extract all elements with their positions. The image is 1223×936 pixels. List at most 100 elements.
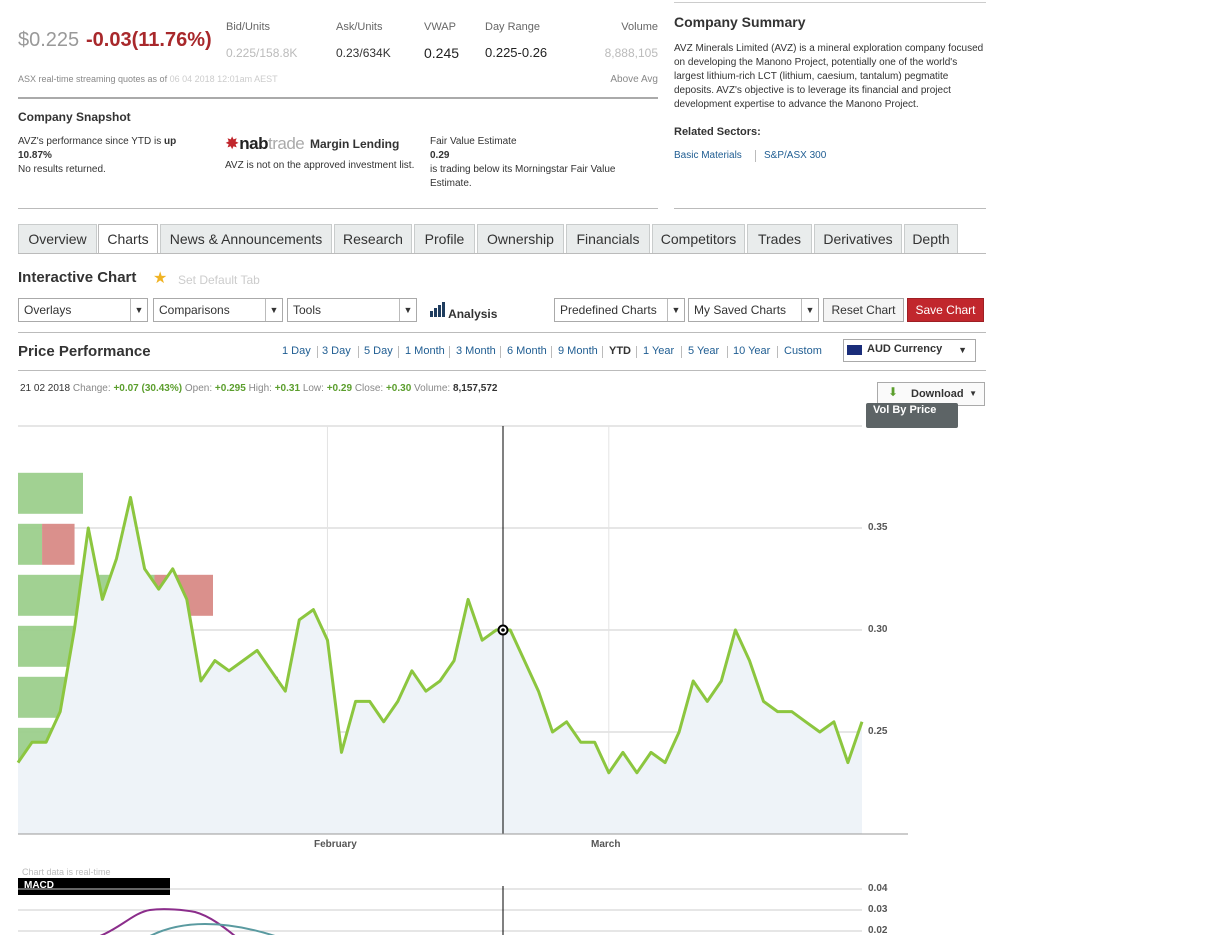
overlays-dropdown[interactable]: Overlays ▼: [18, 298, 148, 322]
chevron-down-icon: ▼: [958, 345, 967, 355]
currency-dropdown[interactable]: AUD Currency ▼: [843, 339, 976, 362]
range-ytd[interactable]: YTD: [609, 345, 631, 357]
perf-value: 10.87%: [18, 150, 52, 161]
tools-label: Tools: [293, 303, 322, 317]
sectors-label: Related Sectors:: [674, 126, 761, 138]
volume-label: Volume: [621, 21, 658, 33]
realtime-time: 06 04 2018 12:01am AEST: [169, 74, 278, 84]
close-label: Close:: [354, 383, 384, 394]
star-icon[interactable]: ★: [153, 268, 167, 288]
range-1year[interactable]: 1 Year: [643, 345, 674, 357]
sector-link-sp-asx-300[interactable]: S&P/ASX 300: [764, 150, 826, 161]
range-9month[interactable]: 9 Month: [558, 345, 598, 357]
range-10year[interactable]: 10 Year: [733, 345, 770, 357]
comparisons-dropdown[interactable]: Comparisons ▼: [153, 298, 283, 322]
range-1day[interactable]: 1 Day: [282, 345, 311, 357]
range-5year[interactable]: 5 Year: [688, 345, 719, 357]
tab-derivatives[interactable]: Derivatives: [814, 224, 902, 253]
range-separator: [358, 346, 359, 358]
no-results-text: No results returned.: [18, 164, 106, 175]
tab-depth[interactable]: Depth: [904, 224, 958, 253]
chevron-down-icon: ▼: [399, 299, 416, 321]
tab-financials[interactable]: Financials: [566, 224, 650, 253]
sector-separator: [755, 150, 756, 162]
volume-bar-down: [42, 523, 75, 565]
nab-logo-a: nab: [239, 134, 268, 153]
vwap-label: VWAP: [424, 21, 456, 33]
ytick-035: 0.35: [868, 522, 888, 533]
range-separator: [727, 346, 728, 358]
divider: [674, 2, 986, 3]
tab-profile[interactable]: Profile: [414, 224, 475, 253]
volume-label-ohlc: Volume:: [414, 383, 451, 394]
dayrange-label: Day Range: [485, 21, 541, 33]
set-default-tab-link[interactable]: Set Default Tab: [178, 273, 260, 287]
dayrange-value: 0.225-0.26: [485, 45, 548, 60]
fv-label: Fair Value Estimate: [430, 136, 517, 147]
save-chart-button[interactable]: Save Chart: [907, 298, 984, 322]
tab-overview[interactable]: Overview: [18, 224, 97, 253]
chevron-down-icon: ▼: [667, 299, 684, 321]
realtime-chart-note: Chart data is real-time: [22, 867, 111, 877]
predefined-label: Predefined Charts: [560, 303, 657, 317]
divider: [18, 370, 986, 371]
range-6month[interactable]: 6 Month: [507, 345, 547, 357]
change-label: Change:: [72, 383, 111, 394]
saved-label: My Saved Charts: [694, 303, 787, 317]
chevron-down-icon: ▼: [969, 389, 977, 398]
macd-ytick: 0.02: [868, 925, 888, 936]
sector-link-basic-materials[interactable]: Basic Materials: [674, 150, 742, 161]
volume-value: 8,888,105: [604, 46, 658, 60]
divider: [18, 97, 658, 99]
low-value: +0.29: [326, 383, 353, 394]
tools-dropdown[interactable]: Tools ▼: [287, 298, 417, 322]
tab-ownership[interactable]: Ownership: [477, 224, 564, 253]
divider: [18, 332, 986, 333]
ohlc-date: 21 02 2018: [20, 383, 71, 394]
x-label-february: February: [314, 839, 357, 850]
range-3day[interactable]: 3 Day: [322, 345, 351, 357]
tab-news[interactable]: News & Announcements: [160, 224, 332, 253]
bar-chart-icon: [430, 302, 445, 317]
chevron-down-icon: ▼: [130, 299, 147, 321]
range-custom[interactable]: Custom: [784, 345, 822, 357]
range-separator: [551, 346, 552, 358]
margin-text: AVZ is not on the approved investment li…: [225, 160, 415, 171]
close-value: +0.30: [385, 383, 412, 394]
reset-chart-button[interactable]: Reset Chart: [823, 298, 904, 322]
range-3month[interactable]: 3 Month: [456, 345, 496, 357]
fv-value: 0.29: [430, 150, 450, 161]
price-chart[interactable]: [0, 420, 1000, 860]
divider: [18, 208, 658, 209]
tab-research[interactable]: Research: [334, 224, 412, 253]
tab-trades[interactable]: Trades: [747, 224, 812, 253]
range-1month[interactable]: 1 Month: [405, 345, 445, 357]
saved-charts-dropdown[interactable]: My Saved Charts ▼: [688, 298, 819, 322]
summary-title: Company Summary: [674, 14, 806, 30]
download-icon: ⬇: [888, 385, 899, 399]
tabs-baseline: [18, 253, 986, 254]
macd-ytick: 0.04: [868, 883, 888, 894]
nabtrade-logo: ✸nabtrade: [225, 134, 305, 154]
range-separator: [449, 346, 450, 358]
realtime-text: ASX real-time streaming quotes as of: [18, 74, 168, 84]
range-separator: [636, 346, 637, 358]
download-label: Download: [911, 388, 964, 400]
ask-value: 0.23/634K: [336, 46, 391, 60]
fv-text: is trading below its Morningstar Fair Va…: [430, 164, 616, 189]
predefined-charts-dropdown[interactable]: Predefined Charts ▼: [554, 298, 685, 322]
price-area: [18, 497, 862, 834]
range-separator: [500, 346, 501, 358]
high-label: High:: [248, 383, 272, 394]
range-separator: [317, 346, 318, 358]
divider: [674, 208, 986, 209]
range-separator: [602, 346, 603, 358]
tab-charts[interactable]: Charts: [98, 224, 158, 254]
range-5day[interactable]: 5 Day: [364, 345, 393, 357]
range-separator: [398, 346, 399, 358]
low-label: Low:: [302, 383, 324, 394]
tab-competitors[interactable]: Competitors: [652, 224, 745, 253]
analysis-button[interactable]: Analysis: [430, 302, 497, 322]
volume-bar-up: [18, 472, 83, 514]
macd-ytick: 0.03: [868, 904, 888, 915]
